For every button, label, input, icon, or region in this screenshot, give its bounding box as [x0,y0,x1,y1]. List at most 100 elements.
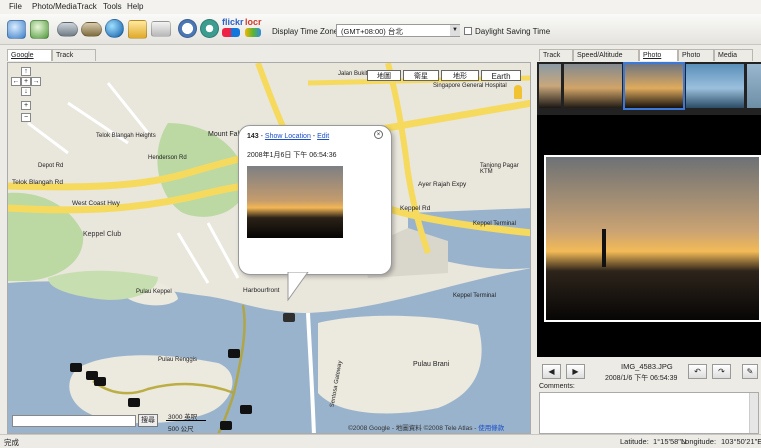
thumbnail[interactable] [539,64,561,108]
photo-marker-selected-icon[interactable] [283,313,295,322]
locr-label: locr [245,17,262,27]
pan-left-icon[interactable]: ← [11,77,21,86]
map-label: Keppel Rd [400,205,431,212]
map-search-input[interactable] [12,415,136,427]
photos-add-icon[interactable] [30,20,49,39]
latitude-label: Latitude: [620,437,649,446]
map-label: Pulau Brani [413,361,450,368]
close-icon[interactable]: × [374,130,383,139]
menu-photo-media[interactable]: Photo/Media [32,2,77,11]
scale-bar [166,420,206,421]
menu-file[interactable]: File [9,2,22,11]
popup-pointer [287,272,309,302]
status-text: 完成 [4,438,19,447]
tab-speed-altitude[interactable]: Speed/Altitude View [573,49,639,71]
dst-checkbox[interactable] [464,27,472,35]
terms-link[interactable]: 使用條款 [478,425,504,432]
comments-textarea[interactable] [539,392,759,434]
map-label: West Coast Hwy [72,200,120,207]
locr-mark-icon [245,28,261,37]
menu-tools[interactable]: Tools [103,2,122,11]
pan-right-icon[interactable]: → [31,77,41,86]
map-label: Keppel Terminal [453,293,496,299]
flickr-mark-icon [222,28,240,37]
map-search-button[interactable]: 搜尋 [138,414,158,427]
menu-track[interactable]: Track [77,2,97,11]
scale-metric: 500 公尺 [168,426,194,433]
photo-add-icon[interactable] [7,20,26,39]
photo-marker-icon[interactable] [70,363,82,372]
dst-label: Daylight Saving Time [475,27,551,36]
map-label: Telok Blangah Rd [12,179,63,186]
photo-marker-icon[interactable] [228,349,240,358]
prev-photo-button[interactable]: ◀ [542,364,561,379]
flickr-logo[interactable]: flickr [222,17,244,37]
zoom-in-icon[interactable]: + [21,101,31,110]
tab-track-editor[interactable]: Track Editor [52,49,96,71]
pegman-icon[interactable] [514,85,522,99]
chevron-down-icon[interactable]: ▼ [450,25,460,36]
tab-google-map[interactable]: Google Map [7,49,52,71]
thumbnail[interactable] [564,64,622,108]
photo-marker-icon[interactable] [94,377,106,386]
photo-edit-button[interactable]: ✎ [742,364,758,379]
pan-down-icon[interactable]: ↓ [21,87,31,96]
status-bar: 完成 Latitude: 1°15'58"N Longitude: 103°50… [0,434,761,448]
photo-marker-icon[interactable] [128,398,140,407]
export-icon[interactable] [151,21,171,37]
timezone-select[interactable]: (GMT+08:00) 台北 [336,24,460,37]
map-copyright: ©2008 Google - 地圖資料 ©2008 Tele Atlas - 使… [348,422,504,432]
map-label: Pulau Keppel [136,289,172,295]
copyright-text: ©2008 Google - 地圖資料 ©2008 Tele Atlas - [348,425,477,432]
timezone-label: Display Time Zone: [272,27,341,36]
tab-media-list[interactable]: Media List [714,49,753,71]
comments-scrollbar[interactable] [749,393,758,433]
edit-link[interactable]: Edit [317,133,329,140]
rotate-left-button[interactable]: ↶ [688,364,707,379]
map-type-earth[interactable]: Earth [481,70,521,81]
tab-photo-view[interactable]: Photo View [639,49,678,71]
popup-datetime: 2008年1月6日 下午 06:54:36 [247,152,337,159]
photo-marker-icon[interactable] [240,405,252,414]
photo-info-window: 143 - Show Location - Edit × 2008年1月6日 下… [238,125,392,275]
photo-filename: IMG_4583.JPG [621,362,673,371]
thumbnail[interactable] [747,64,761,108]
thumbnail-selected[interactable] [623,62,685,110]
photo-preview[interactable] [544,155,761,322]
popup-photo-id: 143 [247,133,259,140]
map-label: Pulau Renggis [158,357,198,363]
track-save-icon[interactable] [81,22,102,37]
track-open-icon[interactable] [57,22,78,37]
menu-bar: File Photo/Media Track Tools Help [0,0,761,14]
pan-up-icon[interactable]: ↑ [21,67,31,76]
map-type-satellite[interactable]: 衛星 [403,70,439,81]
clock-icon[interactable] [178,19,197,38]
menu-help[interactable]: Help [127,2,143,11]
zoom-out-icon[interactable]: − [21,113,31,122]
map-type-terrain[interactable]: 地形 [441,70,479,81]
map-label: Harbourfront [243,287,280,294]
rotate-right-button[interactable]: ↷ [712,364,731,379]
flickr-label: flickr [222,17,244,27]
tab-track-list[interactable]: Track List [539,49,573,71]
thumbnail[interactable] [686,64,744,108]
popup-photo-thumbnail[interactable] [247,166,343,238]
map-label: Keppel Club [83,231,122,238]
pan-center-icon[interactable]: + [21,77,31,86]
tab-photo-list[interactable]: Photo List [678,49,714,71]
camera-icon[interactable] [200,19,219,38]
map-label: Telok Blangah Heights [96,133,156,139]
photo-tower [602,229,606,267]
locr-logo[interactable]: locr [245,17,262,37]
show-location-link[interactable]: Show Location [265,133,311,140]
next-photo-button[interactable]: ▶ [566,364,585,379]
photo-marker-icon[interactable] [220,421,232,430]
map-type-map[interactable]: 地圖 [367,70,401,81]
globe-icon[interactable] [105,19,124,38]
map-label: Henderson Rd [148,155,187,161]
map-label: Keppel Terminal [473,221,516,227]
longitude-label: Longitude: [681,437,717,446]
photo-datetime: 2008/1/6 下午 06:54:39 [605,375,678,382]
thumbnail-strip [537,62,761,115]
folder-icon[interactable] [128,20,147,39]
